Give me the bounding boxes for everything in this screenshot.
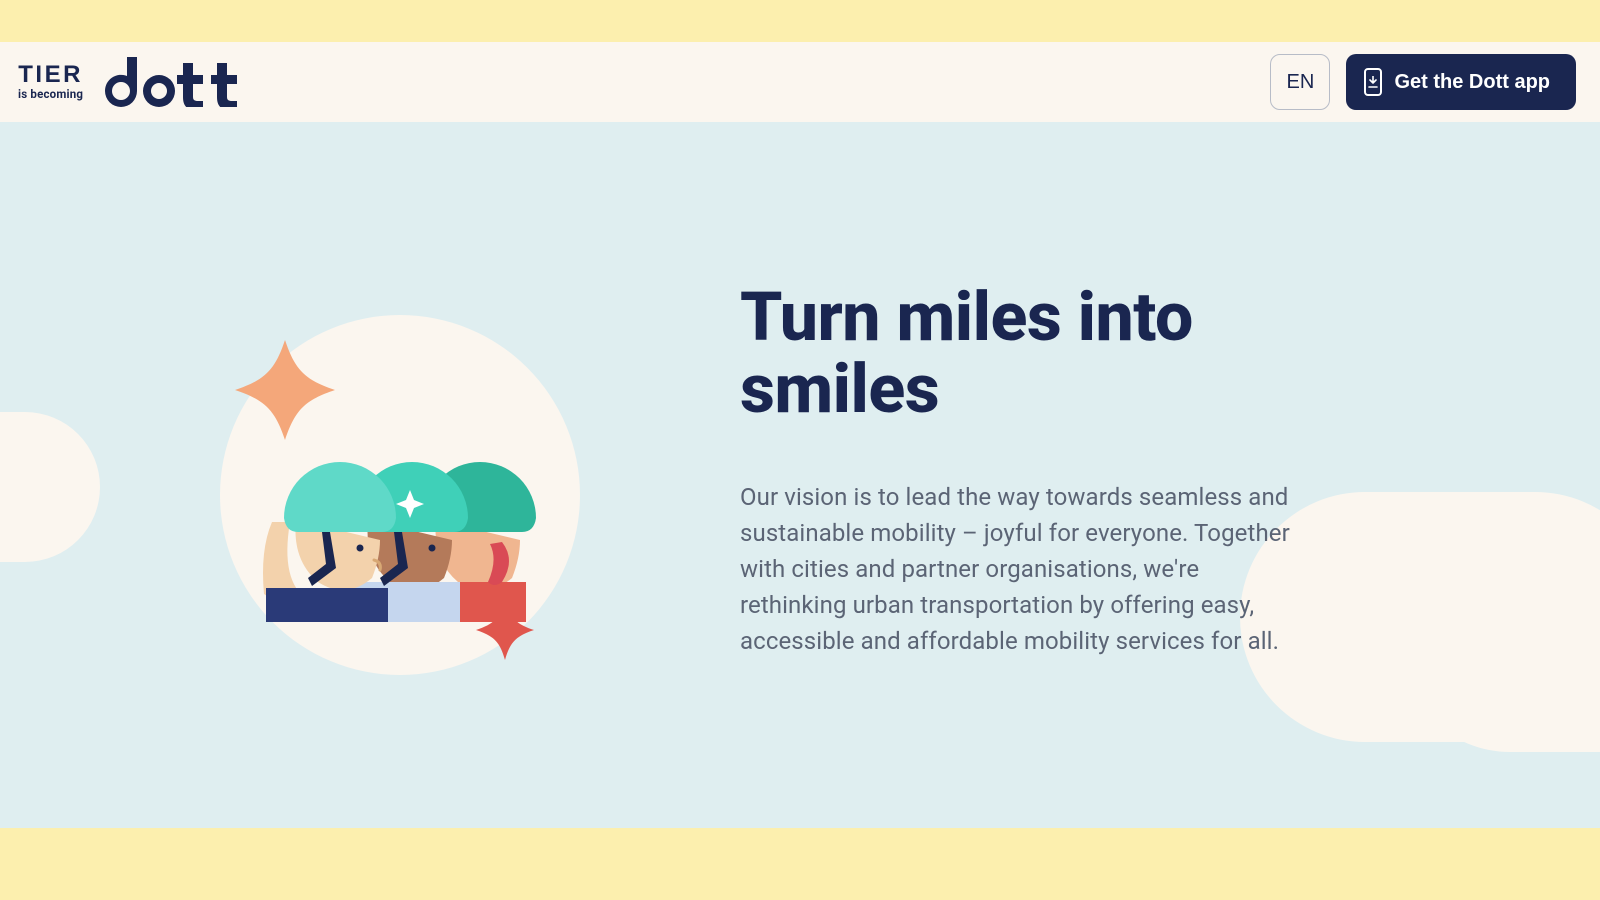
language-selector[interactable]: EN: [1270, 54, 1330, 110]
hero-body: Our vision is to lead the way towards se…: [740, 479, 1300, 659]
header-actions: EN Get the Dott app: [1270, 54, 1576, 110]
hero-text: Turn miles into smiles Our vision is to …: [740, 281, 1300, 659]
dott-logo: [97, 57, 249, 107]
site-header: TIER is becoming EN: [0, 42, 1600, 122]
top-accent-bar: [0, 0, 1600, 42]
get-app-label: Get the Dott app: [1394, 71, 1550, 94]
tier-logo: TIER is becoming: [18, 63, 83, 101]
tier-logo-sub: is becoming: [18, 89, 83, 101]
language-code: EN: [1287, 71, 1315, 94]
logo-block[interactable]: TIER is becoming: [18, 57, 249, 107]
get-app-button[interactable]: Get the Dott app: [1346, 54, 1576, 110]
hero-illustration: [200, 280, 600, 680]
bottom-accent-bar: [0, 828, 1600, 900]
tier-logo-text: TIER: [18, 63, 83, 87]
hero-section: Turn miles into smiles Our vision is to …: [0, 122, 1600, 828]
hero-headline: Turn miles into smiles: [740, 281, 1300, 425]
phone-download-icon: [1364, 68, 1382, 96]
